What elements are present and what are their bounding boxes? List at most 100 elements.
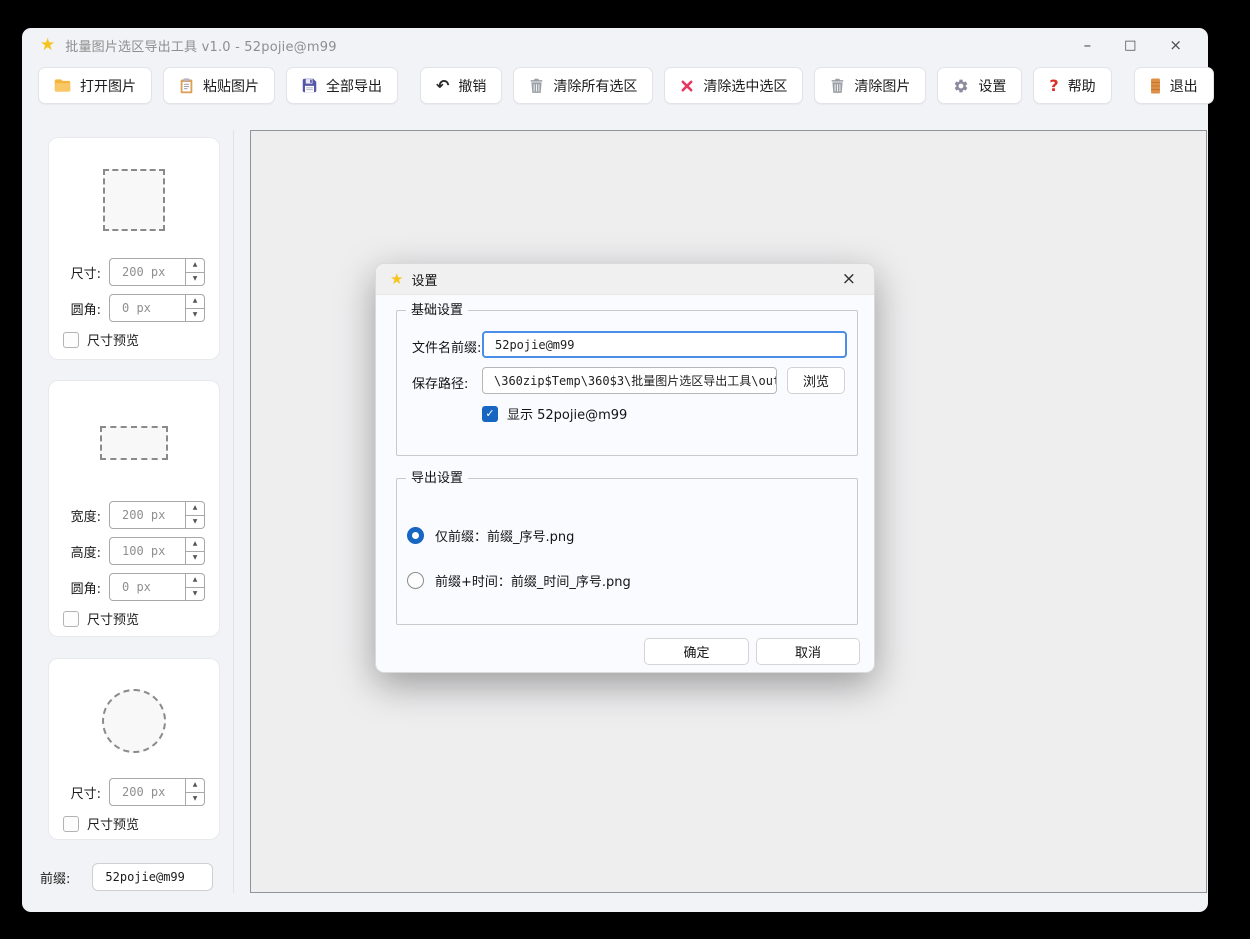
spinner-value: 200 px xyxy=(110,265,185,279)
button-label: 粘贴图片 xyxy=(203,76,259,96)
save-path-label: 保存路径: xyxy=(412,373,468,392)
corner-radius-label: 圆角: xyxy=(65,299,101,318)
size-spinner[interactable]: 200 px ▲ ▼ xyxy=(109,258,205,286)
spinner-arrows[interactable]: ▲ ▼ xyxy=(185,574,204,600)
clear-all-selections-button[interactable]: 清除所有选区 xyxy=(513,67,653,104)
spin-up-icon[interactable]: ▲ xyxy=(186,502,204,516)
button-label: 打开图片 xyxy=(80,76,136,96)
radio-selected-icon[interactable] xyxy=(407,527,424,544)
filename-prefix-input[interactable] xyxy=(482,331,847,358)
close-button[interactable]: × xyxy=(1169,38,1182,53)
button-label: 清除选中选区 xyxy=(703,76,787,96)
titlebar: ★ 批量图片选区导出工具 v1.0 - 52pojie@m99 – □ × xyxy=(22,28,1208,62)
exit-icon xyxy=(1150,78,1161,94)
spin-up-icon[interactable]: ▲ xyxy=(186,574,204,588)
button-label: 清除图片 xyxy=(854,76,910,96)
size-preview-checkbox[interactable] xyxy=(63,332,79,348)
spin-down-icon[interactable]: ▼ xyxy=(186,588,204,601)
settings-button[interactable]: 设置 xyxy=(937,67,1022,104)
radio-unselected-icon[interactable] xyxy=(407,572,424,589)
undo-button[interactable]: ↶ 撤销 xyxy=(420,67,502,104)
spinner-value: 100 px xyxy=(110,544,185,558)
ok-button[interactable]: 确定 xyxy=(644,638,749,665)
size-preview-label: 尺寸预览 xyxy=(87,330,139,349)
spinner-arrows[interactable]: ▲ ▼ xyxy=(185,779,204,805)
size-preview-row: 尺寸预览 xyxy=(63,609,219,628)
circle-selection-panel: 尺寸: 200 px ▲ ▼ 尺寸预览 xyxy=(48,658,220,840)
button-label: 全部导出 xyxy=(326,76,382,96)
square-selection-panel: 尺寸: 200 px ▲ ▼ 圆角: 0 px ▲ ▼ 尺寸预览 xyxy=(48,137,220,360)
window-title: 批量图片选区导出工具 v1.0 - 52pojie@m99 xyxy=(65,36,336,55)
spin-up-icon[interactable]: ▲ xyxy=(186,295,204,309)
size-preview-label: 尺寸预览 xyxy=(87,609,139,628)
spin-up-icon[interactable]: ▲ xyxy=(186,259,204,273)
filename-prefix-label: 文件名前缀: xyxy=(412,337,481,356)
show-prefix-label: 显示 52pojie@m99 xyxy=(507,404,627,423)
prefix-input[interactable] xyxy=(92,863,213,891)
spin-up-icon[interactable]: ▲ xyxy=(186,779,204,793)
corner-radius-label: 圆角: xyxy=(65,578,101,597)
trash-icon xyxy=(529,78,544,94)
prefix-only-option[interactable]: 仅前缀：前缀_序号.png xyxy=(407,526,574,545)
prefix-time-option[interactable]: 前缀+时间：前缀_时间_序号.png xyxy=(407,571,631,590)
clear-selected-selection-button[interactable]: 清除选中选区 xyxy=(664,67,803,104)
corner-radius-spinner[interactable]: 0 px ▲ ▼ xyxy=(109,294,205,322)
help-button[interactable]: ? 帮助 xyxy=(1033,67,1111,104)
prefix-label: 前缀: xyxy=(40,868,70,887)
maximize-button[interactable]: □ xyxy=(1124,39,1136,52)
rectangle-selection-panel: 宽度: 200 px ▲ ▼ 高度: 100 px ▲ ▼ 圆角: xyxy=(48,380,220,637)
height-spinner[interactable]: 100 px ▲ ▼ xyxy=(109,537,205,565)
spinner-arrows[interactable]: ▲ ▼ xyxy=(185,502,204,528)
height-row: 高度: 100 px ▲ ▼ xyxy=(65,537,219,565)
save-path-input[interactable] xyxy=(482,367,777,394)
basic-settings-legend: 基础设置 xyxy=(406,302,468,319)
settings-dialog: ★ 设置 × 基础设置 文件名前缀: 保存路径: 浏览 ✓ 显示 52pojie… xyxy=(375,263,875,673)
paste-icon xyxy=(179,78,194,94)
export-all-button[interactable]: 全部导出 xyxy=(286,67,398,104)
spinner-value: 200 px xyxy=(110,785,185,799)
spin-down-icon[interactable]: ▼ xyxy=(186,516,204,529)
spinner-value: 0 px xyxy=(110,580,185,594)
open-image-button[interactable]: 打开图片 xyxy=(38,67,152,104)
spin-down-icon[interactable]: ▼ xyxy=(186,309,204,322)
size-spinner[interactable]: 200 px ▲ ▼ xyxy=(109,778,205,806)
size-preview-row: 尺寸预览 xyxy=(63,814,219,833)
exit-button[interactable]: 退出 xyxy=(1134,67,1214,104)
cancel-button[interactable]: 取消 xyxy=(756,638,860,665)
width-spinner[interactable]: 200 px ▲ ▼ xyxy=(109,501,205,529)
dialog-close-button[interactable]: × xyxy=(838,271,860,288)
corner-radius-spinner[interactable]: 0 px ▲ ▼ xyxy=(109,573,205,601)
spinner-arrows[interactable]: ▲ ▼ xyxy=(185,295,204,321)
gear-icon xyxy=(953,78,969,94)
paste-image-button[interactable]: 粘贴图片 xyxy=(163,67,275,104)
clear-image-button[interactable]: 清除图片 xyxy=(814,67,926,104)
prefix-only-label: 仅前缀：前缀_序号.png xyxy=(435,526,574,545)
browse-button[interactable]: 浏览 xyxy=(787,367,845,394)
settings-dialog-titlebar[interactable]: ★ 设置 × xyxy=(376,264,874,295)
size-preview-checkbox[interactable] xyxy=(63,611,79,627)
app-star-icon: ★ xyxy=(40,37,55,54)
prefix-time-label: 前缀+时间：前缀_时间_序号.png xyxy=(435,571,631,590)
spinner-arrows[interactable]: ▲ ▼ xyxy=(185,259,204,285)
spin-down-icon[interactable]: ▼ xyxy=(186,273,204,286)
corner-radius-row: 圆角: 0 px ▲ ▼ xyxy=(65,294,219,322)
size-preview-checkbox[interactable] xyxy=(63,816,79,832)
button-label: 退出 xyxy=(1170,76,1198,96)
spinner-arrows[interactable]: ▲ ▼ xyxy=(185,538,204,564)
spin-up-icon[interactable]: ▲ xyxy=(186,538,204,552)
size-preview-label: 尺寸预览 xyxy=(87,814,139,833)
button-label: 清除所有选区 xyxy=(553,76,637,96)
show-prefix-checkbox[interactable]: ✓ xyxy=(482,406,498,422)
minimize-button[interactable]: – xyxy=(1084,38,1092,53)
spin-down-icon[interactable]: ▼ xyxy=(186,793,204,806)
circle-shape-preview[interactable] xyxy=(102,689,166,753)
dialog-title: 设置 xyxy=(411,270,437,289)
help-icon: ? xyxy=(1049,78,1058,94)
spin-down-icon[interactable]: ▼ xyxy=(186,552,204,565)
window-controls: – □ × xyxy=(1084,38,1190,53)
square-shape-preview[interactable] xyxy=(103,169,165,231)
rectangle-shape-preview[interactable] xyxy=(100,426,168,460)
sidebar-divider xyxy=(233,130,234,893)
width-label: 宽度: xyxy=(65,506,101,525)
show-prefix-row: ✓ 显示 52pojie@m99 xyxy=(482,404,627,423)
